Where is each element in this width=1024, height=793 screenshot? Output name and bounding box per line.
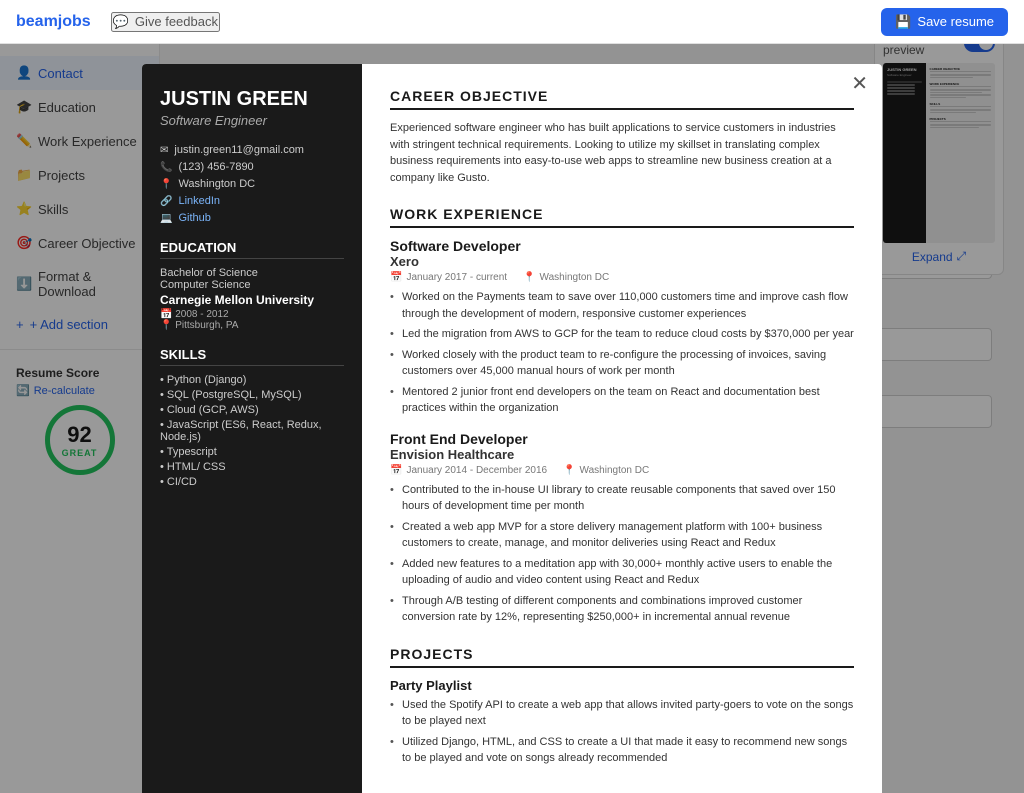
bullet-0-2: Worked closely with the product team to …: [390, 347, 854, 380]
work-experience-list: Software DeveloperXero 📅January 2017 - c…: [390, 238, 854, 626]
contact-link-3[interactable]: LinkedIn: [178, 195, 220, 207]
skill-item-3: • JavaScript (ES6, React, Redux, Node.js…: [160, 419, 344, 443]
contact-link-4[interactable]: Github: [178, 212, 210, 224]
project-bullets-0: Used the Spotify API to create a web app…: [390, 697, 854, 767]
projects-title: PROJECTS: [390, 646, 854, 668]
feedback-button[interactable]: 💬 Give feedback: [111, 12, 220, 32]
job-location-0: 📍Washington DC: [523, 272, 609, 283]
work-experience-title: WORK EXPERIENCE: [390, 206, 854, 228]
nav-left: beamjobs 💬 Give feedback: [16, 12, 220, 32]
contact-list: ✉ justin.green11@gmail.com📞 (123) 456-7890…: [160, 144, 344, 224]
skill-item-0: • Python (Django): [160, 374, 344, 386]
resume-job-title: Software Engineer: [160, 113, 344, 128]
projects-section: PROJECTS Party Playlist Used the Spotify …: [390, 646, 854, 767]
bullet-1-3: Through A/B testing of different compone…: [390, 593, 854, 626]
contact-icon-1: 📞: [160, 162, 172, 173]
job-bullets-0: Worked on the Payments team to save over…: [390, 289, 854, 417]
resume-name: JUSTIN GREEN: [160, 88, 344, 111]
contact-icon-4: 💻: [160, 213, 172, 224]
modal-overlay[interactable]: ✕ JUSTIN GREEN Software Engineer ✉ justin…: [0, 44, 1024, 793]
career-objective-title: CAREER OBJECTIVE: [390, 88, 854, 110]
project-name-0: Party Playlist: [390, 678, 854, 693]
skill-item-6: • CI/CD: [160, 476, 344, 488]
project-entry-0: Party Playlist Used the Spotify API to cr…: [390, 678, 854, 767]
feedback-icon: 💬: [113, 14, 129, 30]
top-navigation: beamjobs 💬 Give feedback 💾 Save resume: [0, 0, 1024, 44]
contact-text-2: Washington DC: [178, 178, 255, 190]
contact-icon-0: ✉: [160, 145, 168, 156]
skill-item-1: • SQL (PostgreSQL, MySQL): [160, 389, 344, 401]
skill-item-5: • HTML/ CSS: [160, 461, 344, 473]
feedback-label: Give feedback: [135, 14, 218, 29]
bullet-1-0: Contributed to the in-house UI library t…: [390, 482, 854, 515]
edu-degree: Bachelor of Science: [160, 267, 344, 279]
skills-list: • Python (Django) • SQL (PostgreSQL, MySQ…: [160, 374, 344, 488]
close-modal-button[interactable]: ✕: [851, 74, 868, 94]
job-title-1: Front End Developer: [390, 431, 854, 447]
job-entry-0: Software DeveloperXero 📅January 2017 - c…: [390, 238, 854, 417]
save-icon: 💾: [895, 14, 911, 30]
job-dates-1: 📅January 2014 - December 2016: [390, 465, 547, 476]
bullet-0-1: Led the migration from AWS to GCP for th…: [390, 326, 854, 343]
bullet-0-3: Mentored 2 junior front end developers o…: [390, 384, 854, 417]
skill-item-2: • Cloud (GCP, AWS): [160, 404, 344, 416]
job-company-1: Envision Healthcare: [390, 447, 854, 462]
career-objective-text: Experienced software engineer who has bu…: [390, 120, 854, 186]
save-resume-button[interactable]: 💾 Save resume: [881, 8, 1008, 36]
contact-item-1: 📞 (123) 456-7890: [160, 161, 344, 173]
work-experience-section: WORK EXPERIENCE Software DeveloperXero 📅…: [390, 206, 854, 626]
bullet-1-1: Created a web app MVP for a store delive…: [390, 519, 854, 552]
contact-item-2: 📍 Washington DC: [160, 178, 344, 190]
job-meta-0: 📅January 2017 - current 📍Washington DC: [390, 272, 854, 283]
edu-location: 📍 Pittsburgh, PA: [160, 320, 344, 331]
projects-list: Party Playlist Used the Spotify API to cr…: [390, 678, 854, 767]
job-location-1: 📍Washington DC: [563, 465, 649, 476]
brand-logo: beamjobs: [16, 13, 91, 31]
skill-item-4: • Typescript: [160, 446, 344, 458]
job-meta-1: 📅January 2014 - December 2016 📍Washingto…: [390, 465, 854, 476]
resume-right-panel: CAREER OBJECTIVE Experienced software en…: [362, 64, 882, 793]
education-section-title: EDUCATION: [160, 240, 344, 259]
proj-bullet-0-0: Used the Spotify API to create a web app…: [390, 697, 854, 730]
resume-modal: ✕ JUSTIN GREEN Software Engineer ✉ justin…: [142, 64, 882, 793]
contact-item-4: 💻 Github: [160, 212, 344, 224]
skills-section-title: SKILLS: [160, 347, 344, 366]
modal-body: JUSTIN GREEN Software Engineer ✉ justin.g…: [142, 64, 882, 793]
contact-text-0: justin.green11@gmail.com: [174, 144, 304, 156]
bullet-0-0: Worked on the Payments team to save over…: [390, 289, 854, 322]
career-objective-section: CAREER OBJECTIVE Experienced software en…: [390, 88, 854, 186]
job-entry-1: Front End DeveloperEnvision Healthcare 📅…: [390, 431, 854, 626]
contact-item-3: 🔗 LinkedIn: [160, 195, 344, 207]
job-bullets-1: Contributed to the in-house UI library t…: [390, 482, 854, 626]
edu-school: Carnegie Mellon University: [160, 293, 344, 307]
contact-icon-2: 📍: [160, 179, 172, 190]
save-label: Save resume: [917, 14, 994, 29]
resume-left-panel: JUSTIN GREEN Software Engineer ✉ justin.g…: [142, 64, 362, 793]
edu-field: Computer Science: [160, 279, 344, 291]
bullet-1-2: Added new features to a meditation app w…: [390, 556, 854, 589]
job-title-0: Software Developer: [390, 238, 854, 254]
proj-bullet-0-1: Utilized Django, HTML, and CSS to create…: [390, 734, 854, 767]
contact-icon-3: 🔗: [160, 196, 172, 207]
job-dates-0: 📅January 2017 - current: [390, 272, 507, 283]
job-company-0: Xero: [390, 254, 854, 269]
contact-text-1: (123) 456-7890: [178, 161, 253, 173]
edu-years: 📅 2008 - 2012: [160, 309, 344, 320]
contact-item-0: ✉ justin.green11@gmail.com: [160, 144, 344, 156]
